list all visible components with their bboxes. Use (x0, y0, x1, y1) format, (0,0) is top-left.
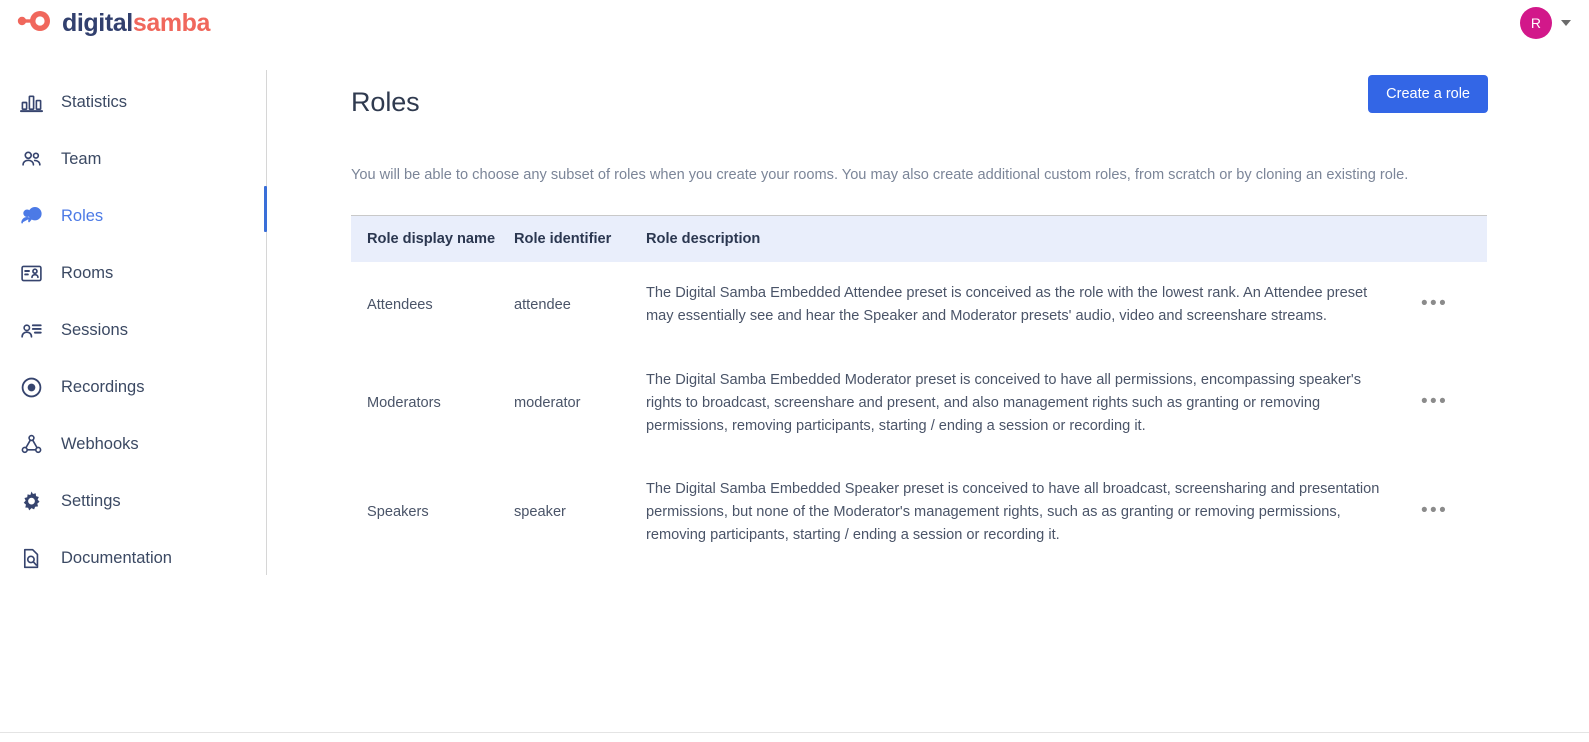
sidebar-item-rooms[interactable]: Rooms (0, 245, 267, 302)
column-header-role-display-name: Role display name (351, 215, 514, 263)
create-a-role-button[interactable]: Create a role (1368, 75, 1488, 113)
table-row: Speakers speaker The Digital Samba Embed… (351, 458, 1487, 567)
sidebar-item-label: Settings (61, 492, 121, 510)
column-header-actions (1417, 215, 1487, 263)
avatar[interactable]: R (1520, 7, 1552, 39)
ellipsis-horizontal-icon[interactable]: ••• (1421, 392, 1448, 411)
cell-role-description: The Digital Samba Embedded Moderator pre… (646, 371, 1362, 434)
digital-samba-logo-icon (16, 10, 52, 37)
cell-role-display-name: Attendees (367, 296, 433, 313)
table-body: Attendees attendee The Digital Samba Emb… (351, 262, 1487, 566)
sidebar-item-label: Team (61, 150, 102, 168)
sidebar-item-label: Roles (61, 207, 104, 225)
table-row: Attendees attendee The Digital Samba Emb… (351, 262, 1487, 348)
table-header-row: Role display name Role identifier Role d… (351, 215, 1487, 263)
cell-actions: ••• (1417, 458, 1487, 567)
user-list-icon (18, 318, 44, 344)
main-content: Roles Create a role You will be able to … (267, 62, 1589, 742)
gear-icon (18, 489, 44, 515)
cell-role-display-name: Moderators (367, 394, 441, 411)
sidebar-item-label: Sessions (61, 321, 128, 339)
cell-role-description: The Digital Samba Embedded Attendee pres… (646, 285, 1368, 325)
column-header-role-identifier: Role identifier (514, 215, 646, 263)
sidebar-item-roles[interactable]: Roles (0, 188, 267, 245)
sidebar-nav: Statistics Team Roles Rooms Sessions Rec… (0, 62, 267, 582)
brand-logo[interactable]: digitalsamba (16, 10, 210, 37)
page-subtitle: You will be able to choose any subset of… (351, 167, 1409, 183)
users-icon (18, 147, 44, 173)
sidebar-item-statistics[interactable]: Statistics (0, 74, 267, 131)
ellipsis-horizontal-icon[interactable]: ••• (1421, 501, 1448, 520)
sidebar-item-label: Recordings (61, 378, 145, 396)
brand-word-2: samba (132, 8, 211, 37)
sidebar-item-label: Documentation (61, 549, 172, 567)
record-dot-icon (18, 375, 44, 401)
sidebar-item-team[interactable]: Team (0, 131, 267, 188)
sidebar-item-label: Webhooks (61, 435, 139, 453)
footer-divider (0, 732, 1589, 733)
cell-role-display-name: Speakers (367, 503, 429, 520)
sidebar-item-label: Statistics (61, 93, 128, 111)
table-header: Role display name Role identifier Role d… (351, 215, 1487, 263)
roles-table: Role display name Role identifier Role d… (351, 215, 1487, 566)
doc-search-icon (18, 546, 44, 572)
brand-text: digitalsamba (62, 8, 211, 37)
roles-table-container: Role display name Role identifier Role d… (267, 215, 1589, 566)
id-card-icon (18, 261, 44, 287)
sidebar-item-webhooks[interactable]: Webhooks (0, 416, 267, 473)
cell-role-identifier: moderator (514, 394, 581, 411)
sidebar-item-sessions[interactable]: Sessions (0, 302, 267, 359)
cell-actions: ••• (1417, 349, 1487, 458)
account-menu[interactable]: R (1520, 7, 1571, 39)
brand-word-1: digital (62, 8, 133, 37)
chevron-down-icon[interactable] (1561, 20, 1571, 26)
ellipsis-horizontal-icon[interactable]: ••• (1421, 294, 1448, 313)
top-bar: digitalsamba R (0, 0, 1589, 46)
cell-role-identifier: attendee (514, 296, 571, 313)
sidebar-item-settings[interactable]: Settings (0, 473, 267, 530)
table-row: Moderators moderator The Digital Samba E… (351, 349, 1487, 458)
column-header-role-description: Role description (646, 215, 1417, 263)
cell-role-identifier: speaker (514, 503, 566, 520)
webhook-icon (18, 432, 44, 458)
bar-chart-icon (18, 90, 44, 116)
app-root: digitalsamba R Statistics Team Roles Roo… (0, 0, 1589, 742)
sidebar-item-label: Rooms (61, 264, 114, 282)
user-check-icon (18, 204, 44, 230)
sidebar-item-recordings[interactable]: Recordings (0, 359, 267, 416)
cell-role-description: The Digital Samba Embedded Speaker prese… (646, 480, 1380, 543)
sidebar-item-documentation[interactable]: Documentation (0, 530, 267, 587)
cell-actions: ••• (1417, 262, 1487, 348)
page-header: Roles Create a role (267, 62, 1589, 142)
page-title: Roles (351, 86, 420, 117)
